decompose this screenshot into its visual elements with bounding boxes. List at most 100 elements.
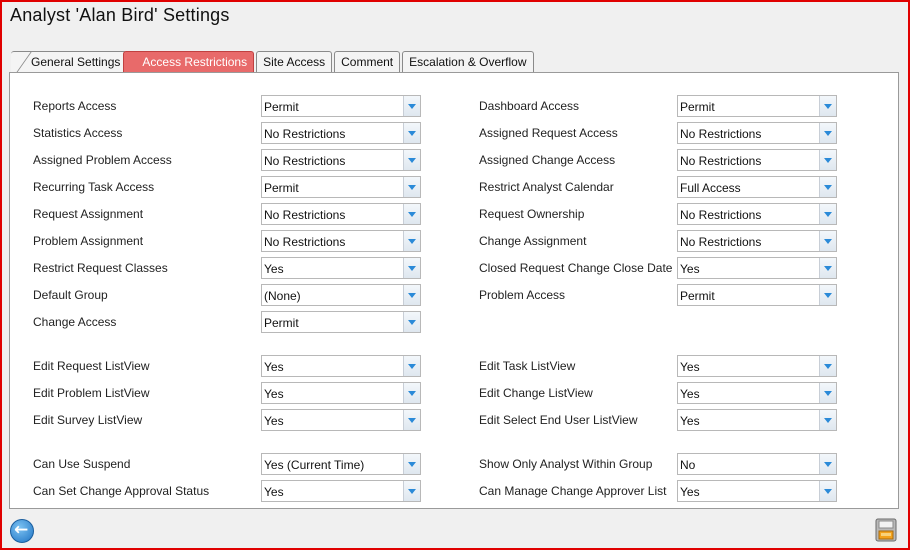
edit-problem-listview-select[interactable]: Yes — [261, 382, 421, 404]
select-value: Yes — [680, 485, 700, 499]
dropdown-arrow-icon[interactable] — [403, 204, 420, 224]
dropdown-arrow-icon[interactable] — [819, 258, 836, 278]
statistics-access-select[interactable]: No Restrictions — [261, 122, 421, 144]
dropdown-arrow-icon[interactable] — [403, 410, 420, 430]
select-value: No Restrictions — [680, 154, 762, 168]
tab-escalation-overflow[interactable]: Escalation & Overflow — [402, 51, 534, 73]
dropdown-arrow-icon[interactable] — [819, 454, 836, 474]
edit-select-end-user-listview-select[interactable]: Yes — [677, 409, 837, 431]
request-assignment-select[interactable]: No Restrictions — [261, 203, 421, 225]
setting-label: Recurring Task Access — [33, 180, 155, 194]
problem-assignment-select[interactable]: No Restrictions — [261, 230, 421, 252]
setting-row: Reports Access — [33, 94, 116, 118]
edit-change-listview-select[interactable]: Yes — [677, 382, 837, 404]
dropdown-arrow-icon[interactable] — [403, 356, 420, 376]
dropdown-arrow-icon[interactable] — [819, 481, 836, 501]
tab-general-settings[interactable]: General Settings — [11, 51, 128, 73]
select-value: Yes — [264, 387, 284, 401]
dropdown-arrow-icon[interactable] — [403, 258, 420, 278]
setting-row: Can Use Suspend — [33, 452, 130, 476]
setting-row: Statistics Access — [33, 121, 122, 145]
request-ownership-select[interactable]: No Restrictions — [677, 203, 837, 225]
setting-row: Default Group — [33, 283, 108, 307]
dropdown-arrow-icon[interactable] — [819, 231, 836, 251]
setting-row: Problem Assignment — [33, 229, 143, 253]
dropdown-arrow-icon[interactable] — [819, 177, 836, 197]
setting-label: Can Use Suspend — [33, 457, 131, 471]
setting-row: Restrict Analyst Calendar — [479, 175, 614, 199]
setting-label: Can Manage Change Approver List — [479, 484, 667, 498]
setting-label: Edit Request ListView — [33, 359, 150, 373]
select-value: Yes — [264, 485, 284, 499]
setting-row: Edit Problem ListView — [33, 381, 150, 405]
dropdown-arrow-icon[interactable] — [403, 285, 420, 305]
dropdown-arrow-icon[interactable] — [403, 383, 420, 403]
dashboard-access-select[interactable]: Permit — [677, 95, 837, 117]
dropdown-arrow-icon[interactable] — [819, 356, 836, 376]
tab-site-access[interactable]: Site Access — [256, 51, 333, 73]
dropdown-arrow-icon[interactable] — [819, 96, 836, 116]
restrict-request-classes-select[interactable]: Yes — [261, 257, 421, 279]
dropdown-arrow-icon[interactable] — [403, 312, 420, 332]
select-value: No Restrictions — [264, 235, 346, 249]
default-group-select[interactable]: (None) — [261, 284, 421, 306]
can-manage-change-approver-list-select[interactable]: Yes — [677, 480, 837, 502]
dropdown-arrow-icon[interactable] — [403, 96, 420, 116]
assigned-change-access-select[interactable]: No Restrictions — [677, 149, 837, 171]
assigned-request-access-select[interactable]: No Restrictions — [677, 122, 837, 144]
dropdown-arrow-icon[interactable] — [819, 285, 836, 305]
dropdown-arrow-icon[interactable] — [819, 150, 836, 170]
access-restrictions-panel: Reports Access Permit Statistics Access … — [9, 72, 899, 509]
select-value: No Restrictions — [680, 208, 762, 222]
select-value: No Restrictions — [264, 127, 346, 141]
setting-row: Request Assignment — [33, 202, 143, 226]
restrict-analyst-calendar-select[interactable]: Full Access — [677, 176, 837, 198]
tab-access-restrictions[interactable]: Access Restrictions — [123, 51, 255, 73]
setting-row: Request Ownership — [479, 202, 584, 226]
select-value: No Restrictions — [264, 154, 346, 168]
edit-task-listview-select[interactable]: Yes — [677, 355, 837, 377]
setting-row: Can Manage Change Approver List — [479, 479, 666, 503]
change-assignment-select[interactable]: No Restrictions — [677, 230, 837, 252]
reports-access-select[interactable]: Permit — [261, 95, 421, 117]
dropdown-arrow-icon[interactable] — [403, 481, 420, 501]
settings-window: Analyst 'Alan Bird' Settings General Set… — [0, 0, 910, 550]
setting-label: Request Assignment — [33, 207, 144, 221]
select-value: No Restrictions — [264, 208, 346, 222]
edit-request-listview-select[interactable]: Yes — [261, 355, 421, 377]
select-value: No Restrictions — [680, 127, 762, 141]
dropdown-arrow-icon[interactable] — [819, 410, 836, 430]
setting-label: Closed Request Change Close Date — [479, 261, 673, 275]
closed-request-change-close-date-select[interactable]: Yes — [677, 257, 837, 279]
setting-label: Change Assignment — [479, 234, 587, 248]
setting-row: Assigned Request Access — [479, 121, 618, 145]
assigned-problem-access-select[interactable]: No Restrictions — [261, 149, 421, 171]
dropdown-arrow-icon[interactable] — [819, 383, 836, 403]
back-arrow-icon[interactable] — [10, 519, 34, 543]
setting-label: Edit Task ListView — [479, 359, 576, 373]
setting-label: Dashboard Access — [479, 99, 580, 113]
dropdown-arrow-icon[interactable] — [403, 454, 420, 474]
can-set-change-approval-status-select[interactable]: Yes — [261, 480, 421, 502]
tab-comment[interactable]: Comment — [334, 51, 401, 73]
select-value: Permit — [680, 289, 715, 303]
dropdown-arrow-icon[interactable] — [403, 231, 420, 251]
setting-row: Closed Request Change Close Date — [479, 256, 672, 280]
show-only-analyst-within-group-select[interactable]: No — [677, 453, 837, 475]
change-access-select[interactable]: Permit — [261, 311, 421, 333]
setting-row: Change Assignment — [479, 229, 586, 253]
select-value: Yes — [264, 414, 284, 428]
dropdown-arrow-icon[interactable] — [819, 204, 836, 224]
dropdown-arrow-icon[interactable] — [403, 177, 420, 197]
problem-access-select[interactable]: Permit — [677, 284, 837, 306]
setting-row: Edit Select End User ListView — [479, 408, 638, 432]
edit-survey-listview-select[interactable]: Yes — [261, 409, 421, 431]
save-disk-icon[interactable] — [875, 518, 897, 542]
dropdown-arrow-icon[interactable] — [403, 150, 420, 170]
dropdown-arrow-icon[interactable] — [403, 123, 420, 143]
can-use-suspend-select[interactable]: Yes (Current Time) — [261, 453, 421, 475]
dropdown-arrow-icon[interactable] — [819, 123, 836, 143]
setting-label: Assigned Problem Access — [33, 153, 172, 167]
recurring-task-access-select[interactable]: Permit — [261, 176, 421, 198]
setting-row: Recurring Task Access — [33, 175, 154, 199]
